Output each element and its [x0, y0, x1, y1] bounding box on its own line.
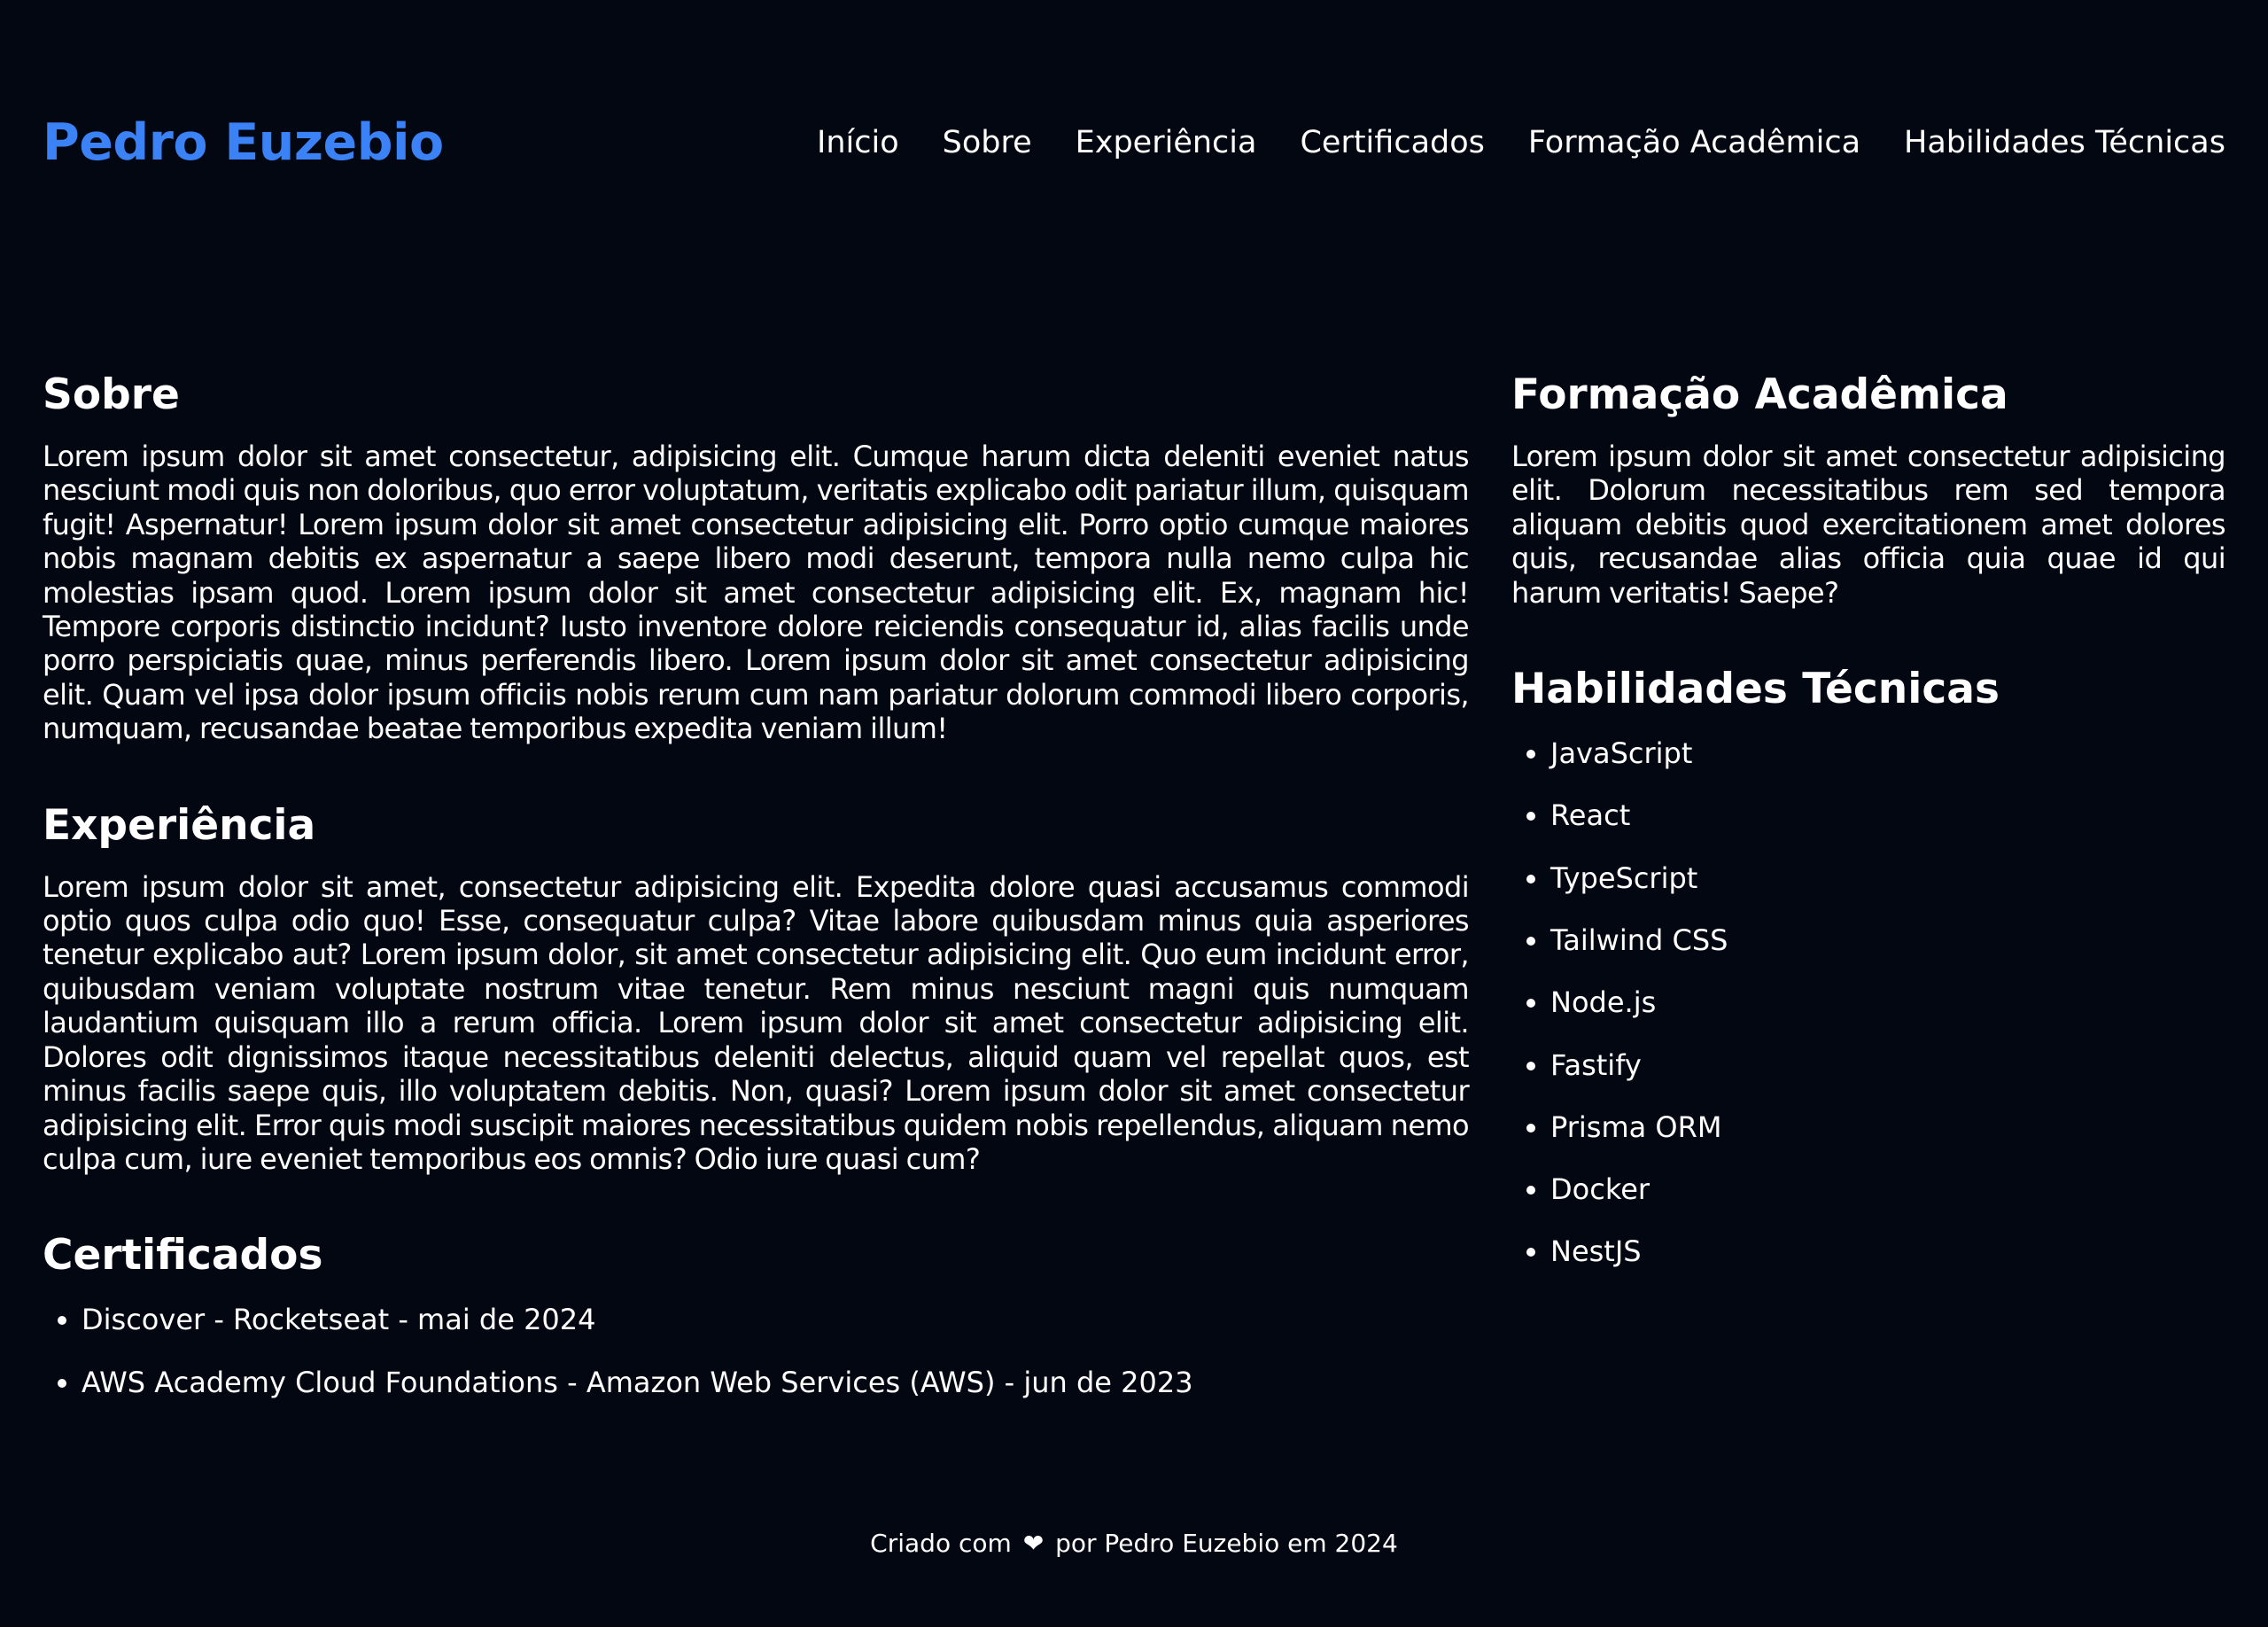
nav-link-certificados[interactable]: Certificados [1300, 125, 1484, 160]
habilidade-item: Prisma ORM [1550, 1108, 2225, 1148]
sobre-title: Sobre [43, 370, 180, 419]
section-habilidades: Habilidades Técnicas JavaScript React Ty… [1511, 656, 2225, 1272]
habilidade-item: JavaScript [1550, 734, 2225, 774]
habilidade-item: Docker [1550, 1170, 2225, 1210]
main-content: Sobre Lorem ipsum dolor sit amet consect… [43, 362, 2226, 1449]
habilidade-item: Node.js [1550, 983, 2225, 1023]
section-formacao: Formação Acadêmica Lorem ipsum dolor sit… [1511, 362, 2226, 610]
sobre-text: Lorem ipsum dolor sit amet consectetur, … [43, 440, 1470, 746]
heart-icon: ❤ [1022, 1529, 1045, 1558]
habilidades-list: JavaScript React TypeScript Tailwind CSS… [1511, 734, 2225, 1272]
left-column: Sobre Lorem ipsum dolor sit amet consect… [43, 362, 1470, 1449]
nav-link-experiencia[interactable]: Experiência [1076, 125, 1257, 160]
experiencia-text: Lorem ipsum dolor sit amet, consectetur … [43, 869, 1470, 1176]
right-column: Formação Acadêmica Lorem ipsum dolor sit… [1511, 362, 2226, 1449]
portfolio-page: Pedro Euzebio Início Sobre Experiência C… [0, 0, 2268, 1627]
habilidade-item: Tailwind CSS [1550, 921, 2225, 961]
habilidade-item: TypeScript [1550, 859, 2225, 899]
habilidades-title: Habilidades Técnicas [1511, 665, 2000, 714]
habilidade-item: React [1550, 796, 2225, 836]
habilidade-item: Fastify [1550, 1046, 2225, 1086]
site-header: Pedro Euzebio Início Sobre Experiência C… [43, 106, 2225, 179]
main-nav: Início Sobre Experiência Certificados Fo… [817, 125, 2225, 160]
formacao-text: Lorem ipsum dolor sit amet consectetur a… [1511, 440, 2226, 610]
certificados-title: Certificados [43, 1231, 323, 1281]
footer-text-before: Criado com [870, 1529, 1012, 1558]
nav-link-sobre[interactable]: Sobre [943, 125, 1032, 160]
site-footer: Criado com ❤ por Pedro Euzebio em 2024 [0, 1526, 2268, 1561]
certificados-list: Discover - Rocketseat - mai de 2024 AWS … [43, 1300, 1469, 1402]
section-sobre: Sobre Lorem ipsum dolor sit amet consect… [43, 362, 1470, 746]
brand-name[interactable]: Pedro Euzebio [43, 113, 444, 172]
footer-text-after: por Pedro Euzebio em 2024 [1055, 1529, 1398, 1558]
nav-link-formacao[interactable]: Formação Acadêmica [1528, 125, 1860, 160]
habilidade-item: NestJS [1550, 1232, 2225, 1272]
formacao-title: Formação Acadêmica [1511, 370, 2008, 419]
certificado-item: AWS Academy Cloud Foundations - Amazon W… [82, 1363, 1469, 1403]
nav-link-inicio[interactable]: Início [817, 125, 899, 160]
experiencia-title: Experiência [43, 800, 316, 850]
section-certificados: Certificados Discover - Rocketseat - mai… [43, 1222, 1469, 1402]
section-experiencia: Experiência Lorem ipsum dolor sit amet, … [43, 792, 1470, 1177]
nav-link-habilidades[interactable]: Habilidades Técnicas [1904, 125, 2225, 160]
certificado-item: Discover - Rocketseat - mai de 2024 [82, 1300, 1469, 1340]
